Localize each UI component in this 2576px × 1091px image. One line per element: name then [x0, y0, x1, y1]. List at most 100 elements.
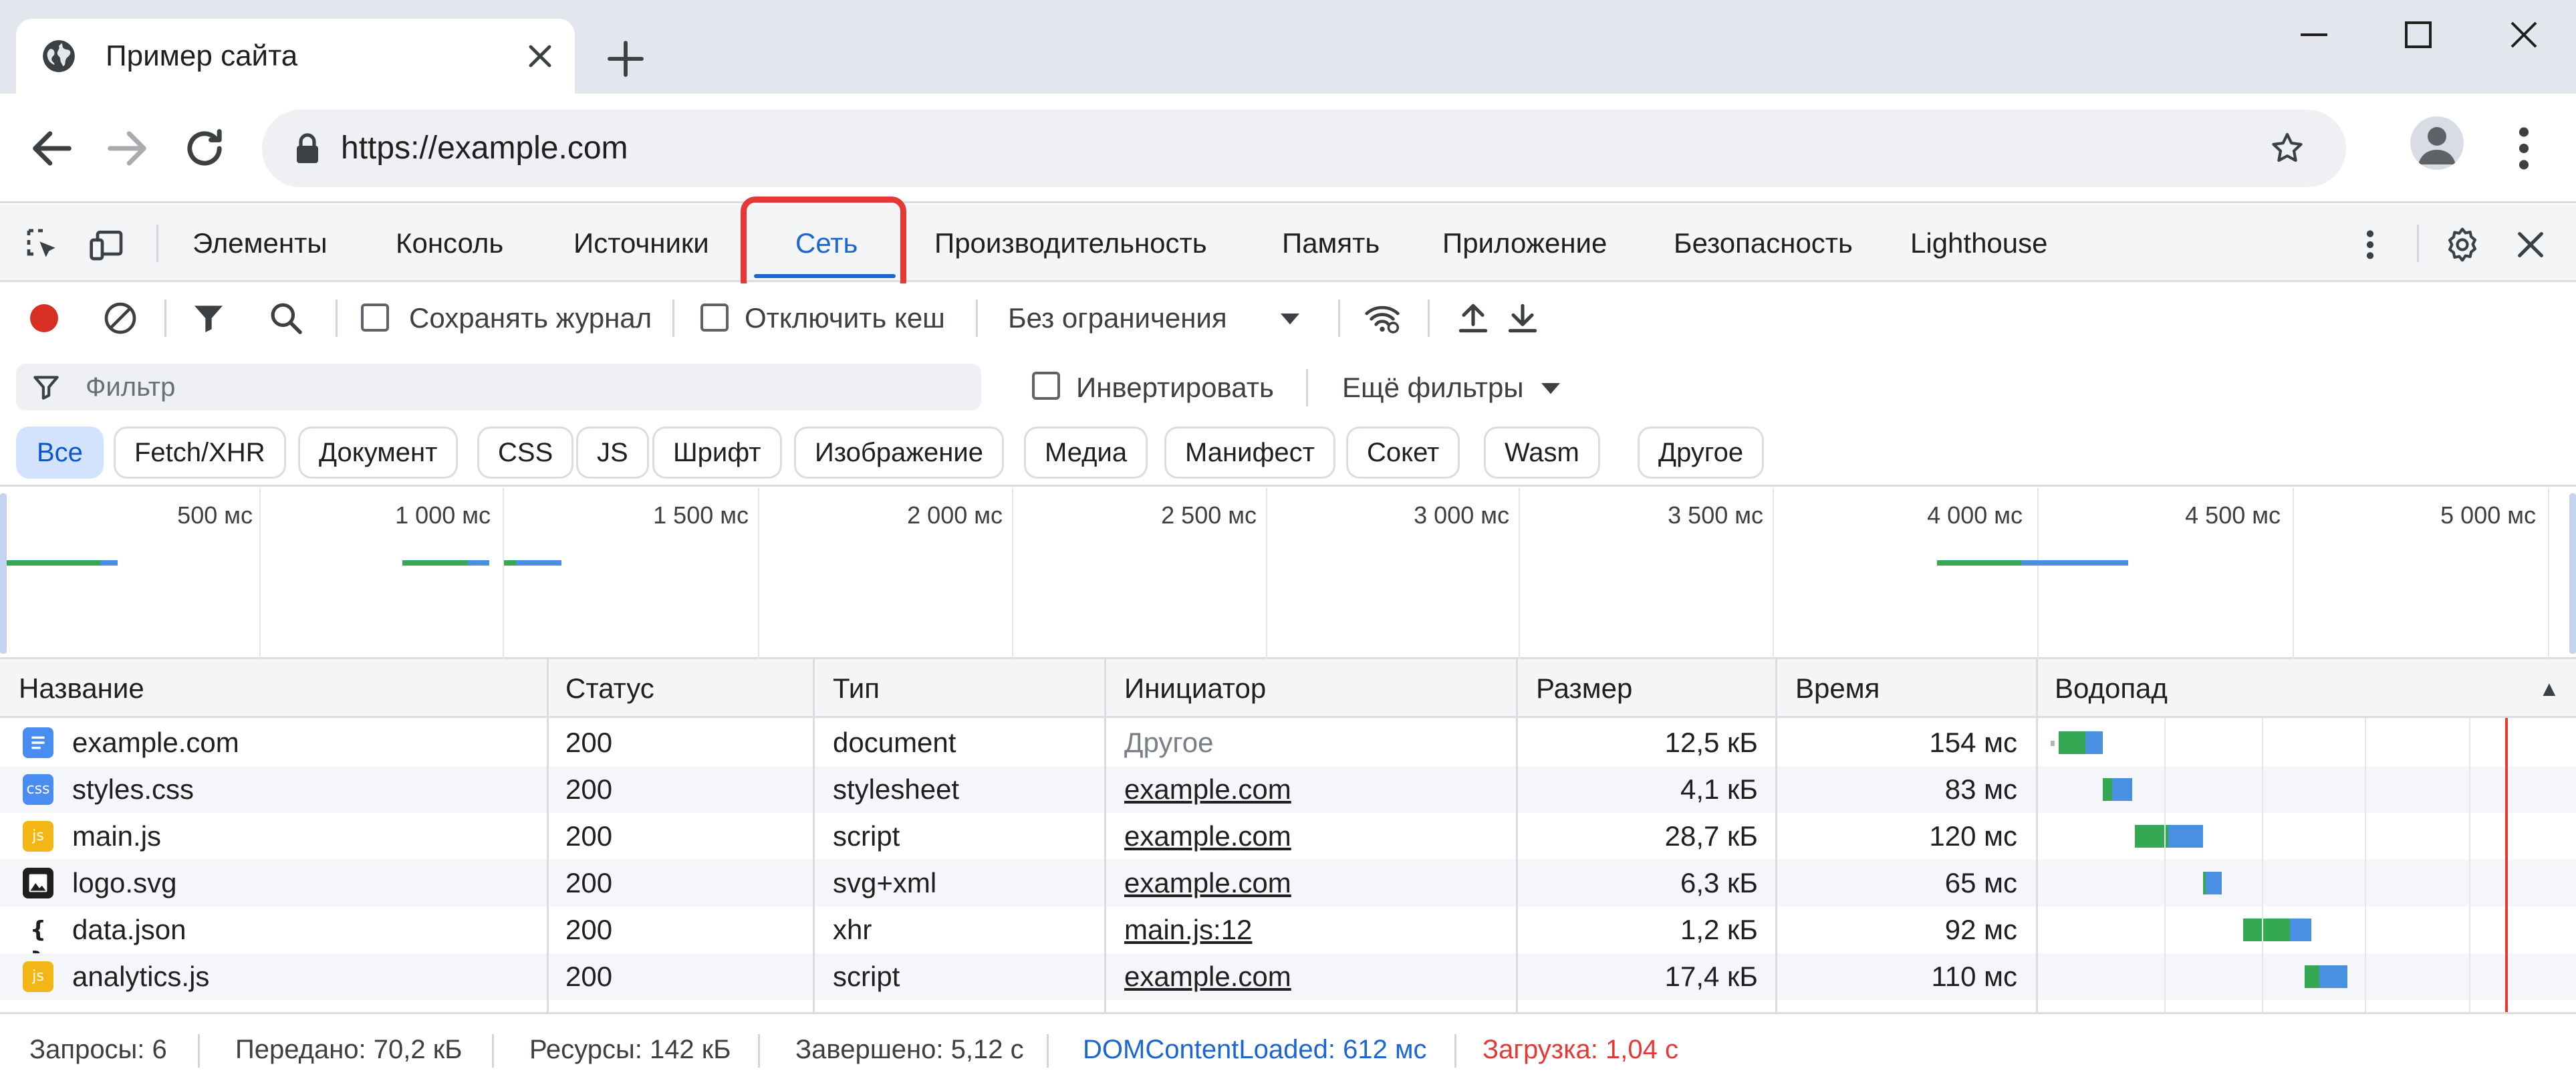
request-size: 4,1 кБ [1680, 773, 1758, 805]
chip-font[interactable]: Шрифт [652, 427, 782, 479]
request-initiator-link[interactable]: main.js:12 [1124, 906, 1252, 953]
bookmark-star-icon[interactable] [2269, 130, 2306, 167]
tab-console[interactable]: Консоль [396, 205, 503, 282]
chip-all[interactable]: Все [16, 427, 104, 479]
browser-toolbar: https://example.com [0, 94, 2576, 203]
column-header-status[interactable]: Статус [547, 659, 654, 718]
maximize-icon[interactable] [2392, 13, 2445, 56]
tab-security[interactable]: Безопасность [1674, 205, 1853, 282]
waterfall-grid-line [2164, 718, 2166, 1012]
network-conditions-wifi-icon[interactable] [1364, 299, 1401, 337]
profile-avatar-icon[interactable] [2410, 116, 2464, 170]
column-header-size[interactable]: Размер [1517, 659, 1632, 718]
search-icon[interactable] [267, 299, 305, 337]
chip-media[interactable]: Медиа [1024, 427, 1148, 479]
chip-css[interactable]: CSS [477, 427, 574, 479]
document-icon [23, 727, 53, 758]
chevron-down-icon[interactable] [1532, 369, 1569, 406]
column-header-name[interactable]: Название [0, 659, 144, 718]
network-overview-timeline[interactable]: 500 мс 1 000 мс 1 500 мс 2 000 мс 2 500 … [0, 488, 2576, 659]
filter-funnel-icon[interactable] [190, 299, 227, 337]
invert-checkbox[interactable] [1032, 372, 1060, 400]
request-initiator-link[interactable]: example.com [1124, 953, 1291, 1000]
record-icon[interactable] [25, 299, 63, 337]
inspect-element-icon[interactable] [24, 226, 61, 263]
request-status: 200 [565, 867, 613, 898]
request-initiator-link[interactable]: example.com [1124, 766, 1291, 813]
settings-gear-icon[interactable] [2444, 226, 2481, 263]
close-tab-icon[interactable] [524, 40, 556, 72]
window-close-icon[interactable] [2497, 13, 2551, 56]
table-row[interactable]: logo.svg 200 svg+xml example.com 6,3 кБ … [0, 860, 2576, 906]
tab-application[interactable]: Приложение [1442, 205, 1607, 282]
new-tab-plus-icon[interactable] [604, 37, 647, 80]
preserve-log-checkbox[interactable] [361, 304, 389, 332]
back-arrow-icon[interactable] [27, 123, 78, 174]
chip-manifest[interactable]: Манифест [1164, 427, 1335, 479]
browser-tab[interactable]: Пример сайта [16, 19, 575, 94]
url-text[interactable]: https://example.com [341, 110, 628, 187]
chip-socket[interactable]: Сокет [1346, 427, 1460, 479]
minimize-icon[interactable] [2287, 13, 2341, 56]
lock-icon[interactable] [294, 132, 321, 164]
chip-document[interactable]: Документ [298, 427, 459, 479]
mountain-image-icon [29, 874, 47, 892]
download-har-icon[interactable] [1504, 299, 1541, 337]
waterfall-waiting-bar [2059, 731, 2085, 754]
request-name[interactable]: logo.svg [72, 860, 176, 906]
table-row[interactable]: { } data.json 200 xhr main.js:12 1,2 кБ … [0, 906, 2576, 974]
table-row[interactable]: js main.js 200 script example.com 28,7 к… [0, 813, 2576, 860]
disable-cache-checkbox[interactable] [700, 304, 729, 332]
throttling-select[interactable]: Без ограничения [1008, 283, 1227, 353]
column-divider[interactable] [1775, 659, 1777, 1012]
request-initiator-link[interactable]: example.com [1124, 860, 1291, 906]
table-row[interactable]: example.com 200 document Другое 12,5 кБ … [0, 719, 2576, 766]
overview-left-handle[interactable] [0, 493, 7, 654]
forward-arrow-icon[interactable] [102, 123, 152, 174]
tab-title: Пример сайта [106, 39, 298, 72]
request-name[interactable]: analytics.js [72, 953, 209, 1000]
tab-sources[interactable]: Источники [573, 205, 709, 282]
devtools-more-kebab-icon[interactable] [2351, 226, 2389, 263]
reload-icon[interactable] [179, 123, 230, 174]
chip-wasm[interactable]: Wasm [1484, 427, 1600, 479]
waterfall-download-bar [2168, 825, 2203, 848]
column-header-type[interactable]: Тип [814, 659, 880, 718]
table-row[interactable]: js analytics.js 200 script example.com 1… [0, 953, 2576, 1000]
column-divider[interactable] [547, 659, 549, 1012]
request-initiator-link[interactable]: example.com [1124, 813, 1291, 860]
overview-request-bar [100, 560, 118, 566]
column-header-time[interactable]: Время [1777, 659, 1880, 718]
filter-input[interactable]: Фильтр [16, 364, 981, 410]
request-name[interactable]: example.com [72, 719, 239, 766]
sort-ascending-icon[interactable]: ▲ [2520, 659, 2560, 718]
request-name[interactable]: styles.css [72, 766, 194, 813]
css-icon: css [23, 774, 53, 805]
column-header-waterfall[interactable]: Водопад [2036, 659, 2168, 718]
table-row[interactable]: css styles.css 200 stylesheet example.co… [0, 766, 2576, 813]
browser-menu-kebab-icon[interactable] [2505, 123, 2543, 174]
chip-fetch-xhr[interactable]: Fetch/XHR [114, 427, 286, 479]
upload-har-icon[interactable] [1454, 299, 1492, 337]
tab-elements[interactable]: Элементы [192, 205, 328, 282]
chevron-down-icon[interactable] [1271, 299, 1309, 337]
column-divider[interactable] [1516, 659, 1518, 1012]
request-name[interactable]: main.js [72, 813, 161, 860]
tab-lighthouse[interactable]: Lighthouse [1910, 205, 2048, 282]
device-toolbar-icon[interactable] [88, 226, 126, 263]
chip-other[interactable]: Другое [1638, 427, 1765, 479]
more-filters-button[interactable]: Ещё фильтры [1342, 353, 1524, 422]
column-divider[interactable] [813, 659, 815, 1012]
overview-right-handle[interactable] [2569, 493, 2576, 654]
tab-performance[interactable]: Производительность [934, 205, 1207, 282]
request-name[interactable]: data.json [72, 906, 186, 953]
chip-js[interactable]: JS [576, 427, 649, 479]
address-bar[interactable]: https://example.com [262, 110, 2346, 187]
chip-image[interactable]: Изображение [794, 427, 1004, 479]
column-divider[interactable] [2036, 659, 2038, 1012]
clear-icon[interactable] [102, 299, 139, 337]
column-header-initiator[interactable]: Инициатор [1106, 659, 1266, 718]
column-divider[interactable] [1104, 659, 1106, 1012]
tab-memory[interactable]: Память [1282, 205, 1380, 282]
close-devtools-icon[interactable] [2512, 226, 2549, 263]
